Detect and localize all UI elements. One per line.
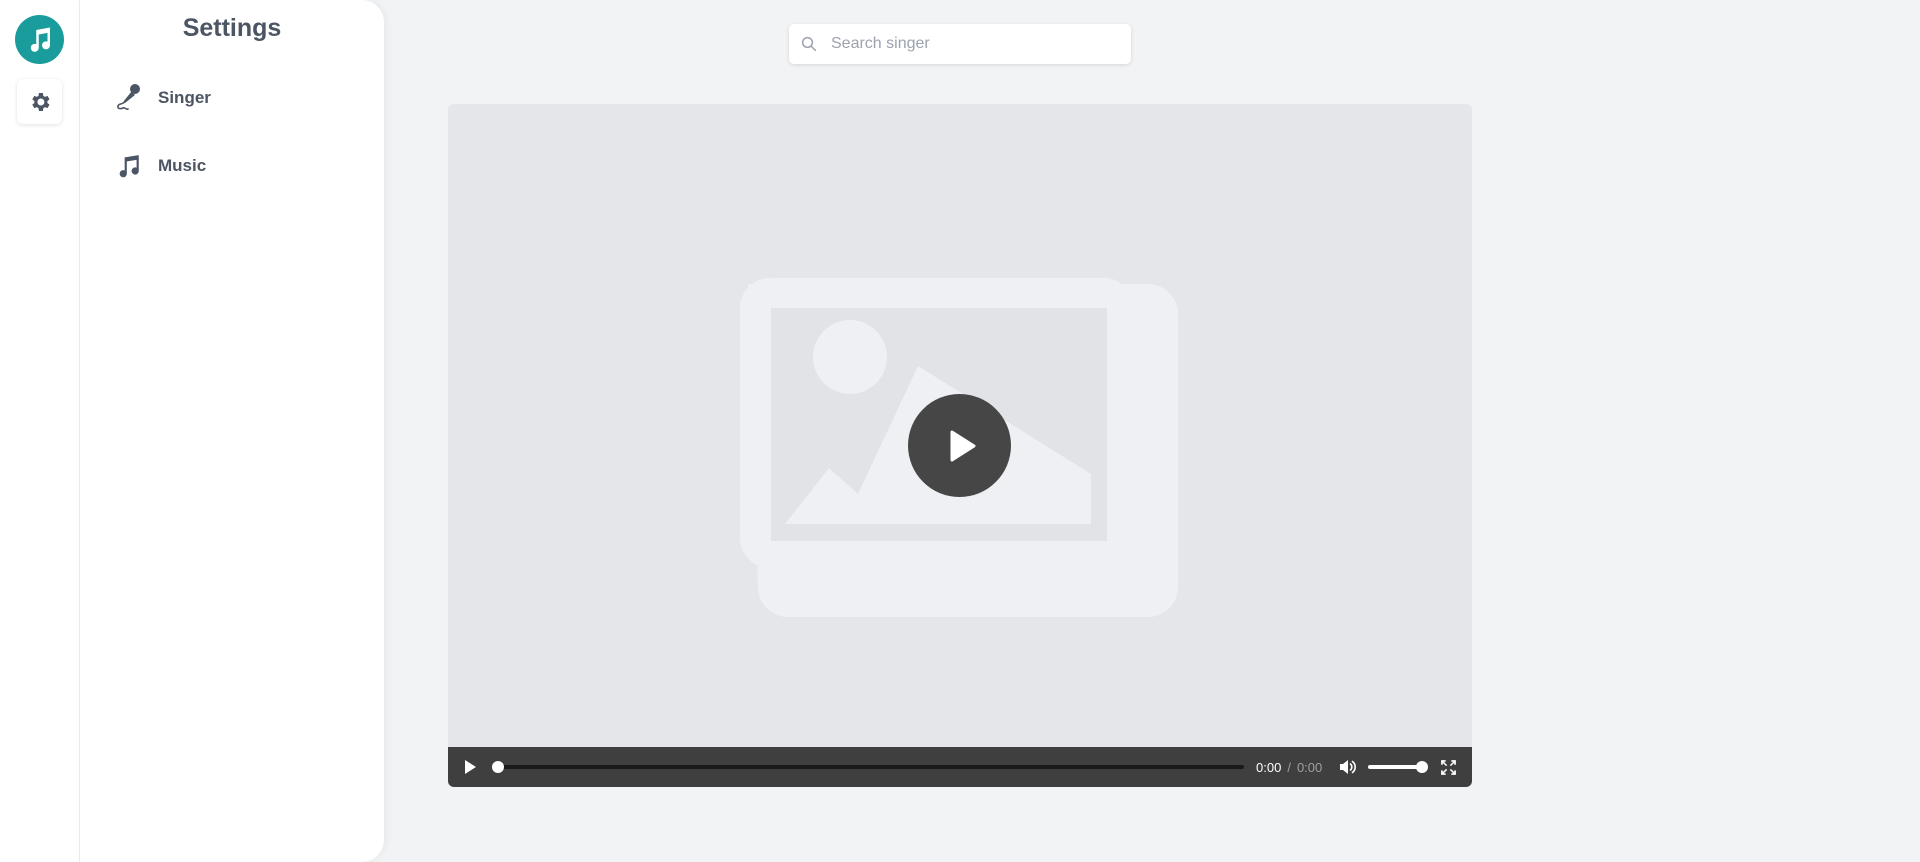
time-display: 0:00 / 0:00 [1256, 747, 1322, 787]
fullscreen-button[interactable] [1438, 757, 1458, 777]
settings-button[interactable] [17, 79, 62, 124]
icon-rail [0, 0, 80, 862]
menu-item-label: Music [158, 156, 207, 175]
volume-level [1368, 765, 1422, 769]
play-button[interactable] [460, 757, 480, 777]
menu-item-music[interactable]: Music [116, 146, 206, 186]
current-time: 0:00 [1256, 759, 1282, 775]
seek-handle[interactable] [492, 761, 504, 773]
search-input[interactable] [829, 35, 1109, 53]
seek-bar[interactable] [492, 761, 1244, 773]
big-play-button[interactable] [908, 394, 1011, 497]
search-box [789, 24, 1131, 64]
player-controls: 0:00 / 0:00 [448, 747, 1472, 787]
panel-title: Settings [182, 14, 282, 42]
play-icon [465, 760, 476, 774]
menu-item-label: Singer [158, 88, 211, 107]
video-player[interactable]: 0:00 / 0:00 [448, 104, 1472, 787]
app-logo[interactable] [15, 15, 64, 64]
search-icon [789, 24, 829, 64]
music-note-icon [30, 27, 50, 52]
play-icon [950, 430, 975, 461]
volume-slider[interactable] [1368, 761, 1428, 773]
volume-icon [1340, 760, 1356, 774]
music-note-icon [119, 155, 139, 178]
duration: 0:00 [1296, 759, 1323, 775]
settings-panel: Settings Singer Music [80, 0, 384, 862]
fullscreen-icon [1440, 759, 1456, 775]
mute-button[interactable] [1338, 757, 1358, 777]
menu-item-singer[interactable]: Singer [116, 78, 211, 118]
volume-handle[interactable] [1416, 761, 1428, 773]
microphone-icon [117, 84, 140, 110]
gear-icon [31, 92, 49, 111]
time-separator: / [1287, 759, 1291, 775]
